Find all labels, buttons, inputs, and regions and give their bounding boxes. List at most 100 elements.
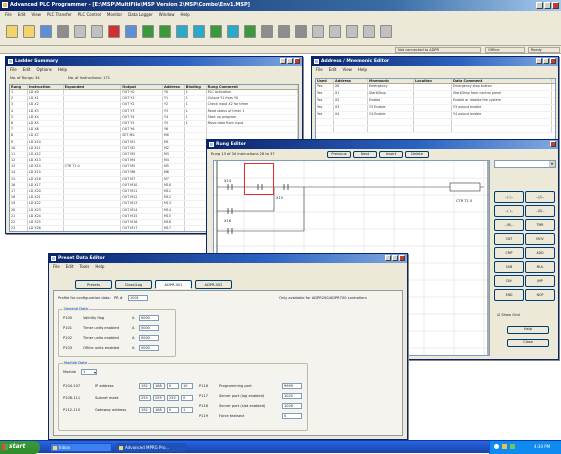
- rung-previous-button[interactable]: Previous: [327, 151, 351, 158]
- address-octet-input[interactable]: 255: [139, 395, 151, 401]
- contact-icon[interactable]: [142, 25, 154, 38]
- table-cell[interactable]: [368, 126, 414, 132]
- app-icon[interactable]: [2, 2, 8, 8]
- menu-item-help[interactable]: Help: [95, 264, 104, 269]
- minimize-icon[interactable]: [536, 2, 543, 9]
- menu-item-edit[interactable]: Edit: [329, 67, 337, 72]
- table-cell[interactable]: Yes: [316, 112, 334, 118]
- address-octet-input[interactable]: 168: [153, 407, 165, 413]
- table-cell[interactable]: Y4 output enable: [452, 112, 552, 118]
- palette-button[interactable]: CNT: [494, 233, 524, 245]
- taskbar-button-inbox[interactable]: Inbox: [50, 443, 112, 452]
- menu-item-file[interactable]: File: [5, 12, 12, 17]
- security-icon[interactable]: [510, 444, 515, 449]
- address-octet-input[interactable]: 255: [167, 395, 179, 401]
- menu-item-edit[interactable]: Edit: [23, 67, 31, 72]
- menu-item-tools[interactable]: Tools: [79, 264, 89, 269]
- table-row[interactable]: Yes X3 Y3 Enable Y3 output enable: [316, 105, 555, 112]
- table-cell[interactable]: [334, 126, 368, 132]
- start-button[interactable]: start: [0, 441, 40, 454]
- print-icon[interactable]: [57, 25, 69, 38]
- table-cell[interactable]: [368, 119, 414, 125]
- column-header[interactable]: Address: [163, 85, 185, 89]
- palette-button[interactable]: END: [494, 289, 524, 301]
- menu-item-plc-control[interactable]: PLC Control: [78, 12, 101, 17]
- table-cell[interactable]: Y3 Enable: [368, 105, 414, 111]
- chevron-down-icon[interactable]: ▾: [94, 370, 96, 374]
- table-row[interactable]: Yes X4 Y4 Enable Y4 output enable: [316, 112, 555, 119]
- table-cell[interactable]: [414, 105, 452, 111]
- menu-item-file[interactable]: File: [53, 264, 60, 269]
- table-row[interactable]: [316, 126, 555, 133]
- stop-icon[interactable]: [363, 25, 375, 38]
- run-icon[interactable]: [346, 25, 358, 38]
- menu-item-window[interactable]: Window: [159, 12, 175, 17]
- table-row[interactable]: Yes X2 Enable Enable or disable the system: [316, 98, 555, 105]
- address-octet-input[interactable]: 192: [139, 407, 151, 413]
- address-editor-titlebar[interactable]: Address / Mnemonic Editor: [312, 57, 558, 66]
- close-button[interactable]: Close: [507, 339, 549, 347]
- column-header[interactable]: Rung Comment: [207, 85, 298, 89]
- palette-button[interactable]: --(R)--: [494, 219, 524, 231]
- table-cell[interactable]: X0: [334, 84, 368, 90]
- palette-button[interactable]: SUB: [494, 261, 524, 273]
- chevron-down-icon[interactable]: ▾: [549, 161, 555, 167]
- palette-button[interactable]: JMP: [525, 275, 555, 287]
- column-header[interactable]: Address: [334, 79, 368, 83]
- menu-item-help[interactable]: Help: [181, 12, 190, 17]
- menu-item-help[interactable]: Help: [358, 67, 367, 72]
- address-octet-input[interactable]: 255: [153, 395, 165, 401]
- table-cell[interactable]: Yes: [316, 84, 334, 90]
- rung-editor-titlebar[interactable]: Rung Editor: [207, 140, 558, 149]
- address-octet-input[interactable]: 0: [167, 407, 179, 413]
- palette-button[interactable]: CMP: [494, 247, 524, 259]
- palette-button[interactable]: ADD: [525, 247, 555, 259]
- table-cell[interactable]: X4: [334, 112, 368, 118]
- clock[interactable]: 4:30 PM: [534, 444, 550, 449]
- ladder-summary-titlebar[interactable]: Ladder Summary: [6, 57, 302, 66]
- menu-item-view[interactable]: View: [342, 67, 352, 72]
- table-cell[interactable]: Emergency stop button: [452, 84, 552, 90]
- new-icon[interactable]: [6, 25, 18, 38]
- compare-icon[interactable]: [210, 25, 222, 38]
- find-icon[interactable]: [125, 25, 137, 38]
- open-icon[interactable]: [23, 25, 35, 38]
- table-cell[interactable]: [414, 119, 452, 125]
- menu-item-options[interactable]: Options: [36, 67, 51, 72]
- menu-item-edit[interactable]: Edit: [18, 12, 26, 17]
- rung-delete-button[interactable]: Delete: [405, 151, 429, 158]
- table-cell[interactable]: Yes: [316, 91, 334, 97]
- palette-button[interactable]: NOP: [525, 289, 555, 301]
- table-cell[interactable]: [414, 112, 452, 118]
- palette-button[interactable]: --(S)--: [525, 205, 555, 217]
- address-octet-input[interactable]: 1: [181, 407, 193, 413]
- save-icon[interactable]: [40, 25, 52, 38]
- minimize-icon[interactable]: [385, 255, 391, 261]
- general-value-input[interactable]: 0000: [139, 335, 159, 341]
- end-icon[interactable]: [278, 25, 290, 38]
- minimize-icon[interactable]: [280, 58, 286, 64]
- palette-button[interactable]: DIV: [494, 275, 524, 287]
- rung-insert-button[interactable]: Insert: [379, 151, 403, 158]
- table-cell[interactable]: [452, 126, 552, 132]
- volume-icon[interactable]: [502, 444, 507, 449]
- menu-item-plc-transfer[interactable]: PLC Transfer: [47, 12, 72, 17]
- palette-button[interactable]: --|/|--: [525, 191, 555, 203]
- palette-button[interactable]: --| |--: [494, 191, 524, 203]
- port-input[interactable]: 0: [282, 413, 302, 419]
- table-cell[interactable]: [414, 84, 452, 90]
- help-button[interactable]: Help: [507, 326, 549, 334]
- timer-icon[interactable]: [176, 25, 188, 38]
- table-cell[interactable]: [316, 126, 334, 132]
- menu-item-view[interactable]: View: [31, 12, 41, 17]
- preset-editor-window[interactable]: Preset Data Editor File Edit Tools Help Pre…: [48, 253, 408, 440]
- tab-presets[interactable]: Presets: [75, 280, 112, 289]
- port-input[interactable]: 1026: [282, 403, 302, 409]
- delete-icon[interactable]: [108, 25, 120, 38]
- show-grid-checkbox[interactable]: ☑ Show Grid: [497, 313, 520, 317]
- table-cell[interactable]: [334, 119, 368, 125]
- palette-button[interactable]: TMR: [525, 219, 555, 231]
- table-cell[interactable]: [414, 91, 452, 97]
- taskbar-button-app[interactable]: Advanced MPRG Pro...: [116, 443, 186, 452]
- close-icon[interactable]: [399, 255, 405, 261]
